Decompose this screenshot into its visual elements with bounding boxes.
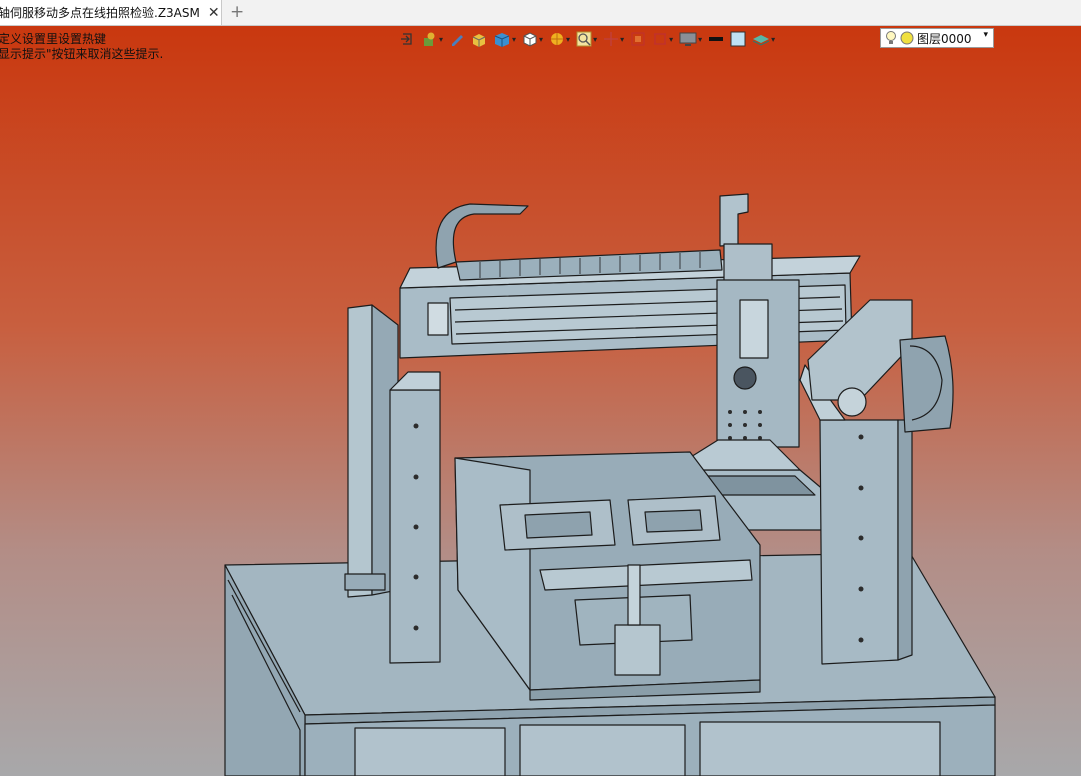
cad-model <box>224 193 996 776</box>
3d-viewport[interactable]: 定义设置里设置热键 显示提示"按钮来取消这些提示. ▾ ▾ ▾ ▾ ▾ ▾ ▾ … <box>0 26 1081 776</box>
close-icon[interactable]: ✕ <box>208 5 220 21</box>
tab-bar: 轴伺服移动多点在线拍照检验.Z3ASM ✕ + <box>0 0 1081 26</box>
document-tab-title: 轴伺服移动多点在线拍照检验.Z3ASM <box>0 6 200 20</box>
add-tab-icon[interactable]: + <box>230 2 244 22</box>
table-panel-2 <box>519 724 686 776</box>
z-axis-bracket <box>719 193 749 247</box>
left-column-back <box>347 304 373 598</box>
right-column <box>819 419 899 665</box>
table-panel-3 <box>699 721 941 776</box>
document-tab[interactable]: 轴伺服移动多点在线拍照检验.Z3ASM ✕ <box>0 0 222 25</box>
table-panel-1 <box>354 727 506 776</box>
cable-chain-top <box>435 203 529 269</box>
